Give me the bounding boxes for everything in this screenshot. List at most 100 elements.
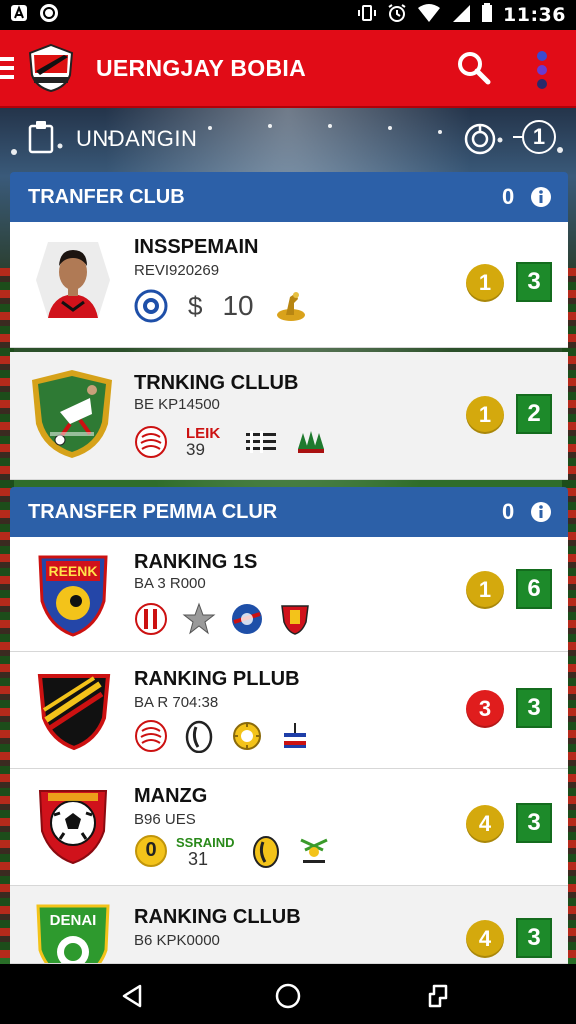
score-badge: 3	[516, 688, 552, 728]
list-item[interactable]: RANKING PLLUB BA R 704:38 3 3	[10, 652, 568, 769]
info-icon[interactable]	[530, 501, 552, 523]
ball-crest-icon	[185, 720, 213, 753]
player-avatar	[36, 242, 110, 318]
club-crest-icon	[38, 790, 108, 865]
card-icon-row: $ 10	[134, 286, 308, 326]
badge-label: SSRAIND 31	[176, 835, 235, 869]
club-crest-icon	[37, 674, 111, 751]
star-icon	[182, 602, 216, 635]
wifi-icon	[417, 3, 441, 27]
club-crest-icon	[32, 370, 112, 458]
card-icon-row	[134, 716, 312, 756]
menu-icon-line	[0, 75, 14, 79]
blue-crest-icon	[232, 604, 262, 634]
section-header-transfer-pemma[interactable]: TRANSFER PEMMA CLUR 0	[10, 487, 568, 537]
crest-text: REENK	[48, 563, 98, 579]
flag-icon	[284, 723, 306, 748]
stat-value: 10	[222, 290, 254, 321]
club-crest: REENK	[36, 551, 110, 637]
badge-label-bottom: 31	[188, 849, 209, 869]
stat-symbol: $	[188, 290, 203, 321]
status-time: 11:36	[503, 4, 566, 26]
alarm-icon	[387, 3, 407, 27]
back-icon[interactable]	[118, 982, 146, 1010]
section-count: 0	[502, 184, 515, 209]
recent-apps-icon[interactable]	[424, 982, 452, 1010]
app-title: UERNGJAY BOBIA	[96, 54, 306, 81]
yellow-badge: 0	[134, 834, 168, 868]
clipboard-icon[interactable]	[28, 120, 54, 154]
vibrate-icon	[357, 3, 377, 27]
gold-emblem-icon	[233, 722, 261, 750]
status-bar: 11:36	[0, 0, 576, 30]
list-item[interactable]: TRNKING CLLUB BE KP14500 LEIK 39 1 2	[10, 352, 568, 480]
club-crest: DENAI	[32, 900, 114, 963]
sub-title: UNDANGIN	[76, 126, 198, 151]
list-item[interactable]: REENK RANKING 1S BA 3 R000 1 6	[10, 537, 568, 652]
club-logo[interactable]	[26, 43, 76, 93]
red-emblem-icon	[135, 720, 167, 752]
home-icon[interactable]	[274, 982, 302, 1010]
red-emblem-icon	[135, 426, 167, 458]
sub-count-badge[interactable]: 1	[522, 120, 556, 154]
card-icon-row: LEIK 39	[134, 422, 328, 462]
card-subtitle: BE KP14500	[134, 396, 220, 413]
search-icon[interactable]	[456, 50, 492, 86]
rank-badge: 4	[466, 805, 504, 843]
list-item[interactable]: MANZG B96 UES 0 SSRAIND 31 4 3	[10, 769, 568, 886]
stripes-icon	[246, 431, 277, 453]
club-crest-icon	[36, 904, 110, 963]
emblem-label: LEIK 39	[186, 426, 220, 459]
card-title: RANKING PLLUB	[134, 668, 300, 690]
rank-badge: 1	[466, 264, 504, 302]
score-badge: 3	[516, 918, 552, 958]
trophy-icon	[276, 292, 305, 321]
card-subtitle: BA 3 R000	[134, 575, 206, 592]
signal-icon	[451, 3, 471, 27]
emblem-label-bottom: 39	[186, 440, 205, 459]
card-subtitle: REVI920269	[134, 262, 220, 279]
rank-badge: 4	[466, 920, 504, 958]
score-badge: 3	[516, 803, 552, 843]
battery-icon	[481, 3, 493, 27]
card-title: RANKING 1S	[134, 551, 258, 573]
more-icon[interactable]	[530, 50, 554, 90]
palm-icon	[299, 838, 328, 863]
rank-badge: 1	[466, 571, 504, 609]
section-title: TRANSFER PEMMA CLUR	[28, 500, 278, 523]
rank-badge: 3	[466, 690, 504, 728]
info-icon[interactable]	[530, 186, 552, 208]
shield-crest-icon	[134, 289, 168, 323]
score-badge: 3	[516, 262, 552, 302]
menu-icon-line	[0, 66, 14, 70]
striped-crest-icon	[135, 603, 167, 635]
crest-text: DENAI	[49, 912, 97, 929]
card-title: MANZG	[134, 785, 208, 807]
card-subtitle: B6 KPK0000	[134, 932, 220, 949]
score-badge: 2	[516, 394, 552, 434]
app-bar: UERNGJAY BOBIA	[0, 30, 576, 108]
card-title: INSSPEMAIN	[134, 236, 259, 258]
score-badge: 6	[516, 569, 552, 609]
list-item[interactable]: DENAI RANKING CLLUB B6 KPK0000 4 3	[10, 886, 568, 964]
shield-red-icon	[281, 605, 309, 635]
nav-bar	[0, 964, 576, 1024]
menu-button[interactable]	[0, 53, 20, 83]
menu-icon	[0, 57, 14, 61]
trees-icon	[298, 431, 325, 453]
card-title: RANKING CLLUB	[134, 906, 301, 928]
card-title: TRNKING CLLUB	[134, 372, 299, 394]
section-count: 0	[502, 499, 515, 524]
list-item[interactable]: INSSPEMAIN REVI920269 $ 10 1 3	[10, 222, 568, 348]
section-title: TRANFER CLUB	[28, 185, 185, 208]
green-crest-icon	[252, 836, 279, 868]
settings-icon[interactable]	[463, 122, 497, 156]
card-icon-row: 0 SSRAIND 31	[134, 831, 331, 871]
section-header-transfer-club[interactable]: TRANFER CLUB 0	[10, 172, 568, 222]
card-subtitle: BA R 704:38	[134, 694, 219, 711]
rank-badge: 1	[466, 396, 504, 434]
yellow-badge-number: 0	[145, 839, 157, 861]
card-icon-row	[134, 599, 312, 639]
notification-a-icon	[10, 4, 28, 26]
card-subtitle: B96 UES	[134, 811, 196, 828]
